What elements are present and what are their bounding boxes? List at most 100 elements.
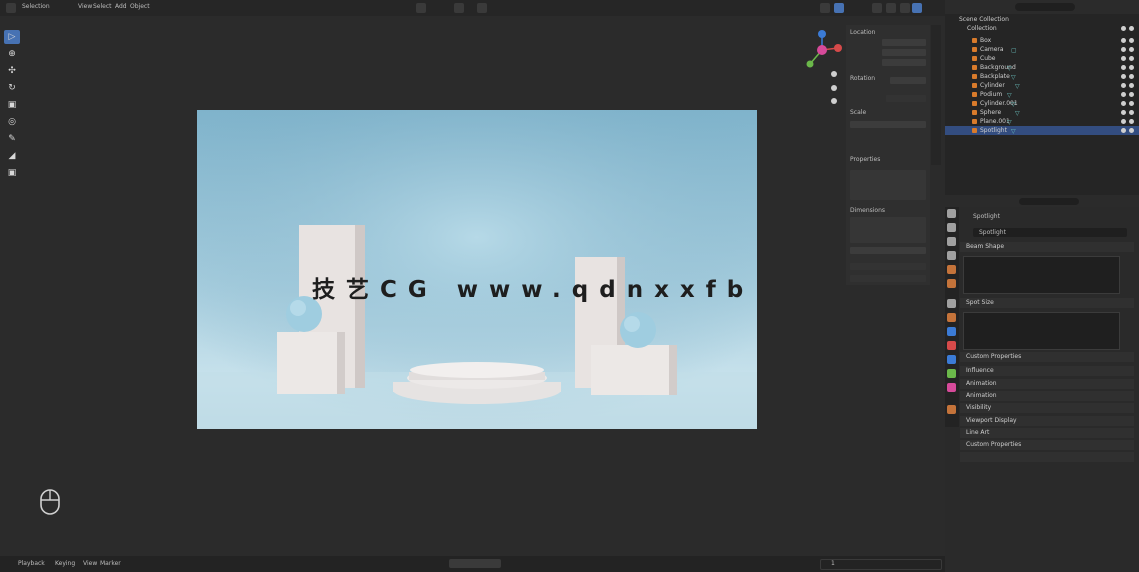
viewport-visibility-icon[interactable]	[1121, 65, 1126, 70]
data-tab-icon[interactable]	[947, 383, 956, 392]
visibility-icon[interactable]	[820, 3, 830, 13]
frame-range-fields[interactable]	[820, 559, 942, 570]
constraints-tab-icon[interactable]	[947, 369, 956, 378]
scale-field[interactable]	[886, 95, 926, 102]
render-visibility-icon[interactable]	[1129, 74, 1134, 79]
menu-view[interactable]: View	[78, 3, 92, 10]
navigation-gizmo[interactable]	[800, 30, 844, 110]
outliner-row[interactable]: Box	[945, 36, 1139, 45]
collection-row[interactable]: Collection	[945, 24, 1139, 33]
outliner-row[interactable]: Backplate ▽	[945, 72, 1139, 81]
scene-tab-icon[interactable]	[947, 265, 956, 274]
npanel-tabs[interactable]	[931, 25, 941, 165]
viewport-visibility-icon[interactable]	[1121, 110, 1126, 115]
render-visibility-icon[interactable]	[1129, 38, 1134, 43]
viewport-visibility-icon[interactable]	[1121, 128, 1126, 133]
render-visibility-icon[interactable]	[1129, 128, 1134, 133]
view-menu[interactable]: View	[83, 560, 97, 568]
shading-rendered-icon[interactable]	[912, 3, 922, 13]
viewport-visibility-icon[interactable]	[1121, 74, 1126, 79]
playback-controls[interactable]	[449, 559, 501, 568]
viewport-visibility-icon[interactable]	[1121, 47, 1126, 52]
location-y-field[interactable]	[882, 49, 926, 56]
object-name-field[interactable]: Spotlight	[973, 228, 1127, 237]
select-box-icon[interactable]: ▷	[4, 30, 20, 44]
outliner-row[interactable]: Cylinder.001 ▽	[945, 99, 1139, 108]
viewport-visibility-icon[interactable]	[1121, 83, 1126, 88]
output-tab-icon[interactable]	[947, 237, 956, 246]
collapsed-panel-1[interactable]	[850, 263, 926, 270]
transform-orientation-icon[interactable]	[416, 3, 426, 13]
render-tab-icon[interactable]	[947, 223, 956, 232]
editor-type-icon[interactable]	[6, 3, 16, 13]
section-7[interactable]: Visibility	[960, 403, 1134, 413]
outliner-row[interactable]: Plane.001 ▽	[945, 117, 1139, 126]
transform-icon[interactable]: ◎	[4, 115, 20, 129]
section-9[interactable]: Line Art	[960, 428, 1134, 438]
particles-tab-icon[interactable]	[947, 341, 956, 350]
viewport-visibility-icon[interactable]	[1121, 101, 1126, 106]
cursor-icon[interactable]: ⊕	[4, 47, 20, 61]
rotate-icon[interactable]: ↻	[4, 81, 20, 95]
render-visibility-icon[interactable]	[1129, 56, 1134, 61]
section-4[interactable]: Influence	[960, 366, 1134, 376]
section-6[interactable]: Animation	[960, 391, 1134, 401]
measure-icon[interactable]: ◢	[4, 149, 20, 163]
tool-tab-icon[interactable]	[947, 209, 956, 218]
view-layer-tab-icon[interactable]	[947, 251, 956, 260]
outliner-row[interactable]: Podium ▽	[945, 90, 1139, 99]
section-5[interactable]: Animation	[960, 379, 1134, 389]
beam-shape-box[interactable]	[963, 256, 1120, 294]
collection-tab-icon[interactable]	[947, 299, 956, 308]
viewport-visibility-icon[interactable]	[1121, 92, 1126, 97]
render-visibility-icon[interactable]	[1129, 119, 1134, 124]
keying-menu[interactable]: Keying	[55, 560, 75, 568]
collapsed-panel-2[interactable]	[850, 275, 926, 282]
outliner-row[interactable]: Spotlight ▽	[945, 126, 1139, 135]
section-beam-shape[interactable]: Beam Shape	[960, 242, 1134, 252]
render-visibility-icon[interactable]	[1129, 47, 1134, 52]
spot-size-box[interactable]	[963, 312, 1120, 350]
menu-add[interactable]: Add	[115, 3, 127, 10]
shading-solid-icon[interactable]	[886, 3, 896, 13]
add-cube-icon[interactable]: ▣	[4, 166, 20, 180]
outliner-search-input[interactable]	[1015, 3, 1075, 11]
physics-tab-icon[interactable]	[947, 355, 956, 364]
shading-wireframe-icon[interactable]	[872, 3, 882, 13]
marker-menu[interactable]: Marker	[100, 560, 121, 568]
outliner-row[interactable]: Cylinder ▽	[945, 81, 1139, 90]
scene-collection-row[interactable]: Scene Collection	[945, 15, 1139, 24]
annotate-icon[interactable]: ✎	[4, 132, 20, 146]
pivot-icon[interactable]	[454, 3, 464, 13]
viewport-visibility-icon[interactable]	[1121, 38, 1126, 43]
section-10[interactable]: Custom Properties	[960, 440, 1134, 450]
menu-object[interactable]: Object	[130, 3, 150, 10]
shading-material-icon[interactable]	[900, 3, 910, 13]
render-visibility-icon[interactable]	[1129, 83, 1134, 88]
section-spot-size[interactable]: Spot Size	[960, 298, 1134, 308]
world-tab-icon[interactable]	[947, 279, 956, 288]
section-8[interactable]: Viewport Display	[960, 416, 1134, 426]
viewport-visibility-icon[interactable]	[1121, 119, 1126, 124]
location-x-field[interactable]	[882, 39, 926, 46]
menu-select[interactable]: Select	[93, 3, 112, 10]
gizmo-toggle-icon[interactable]	[834, 3, 844, 13]
section-3[interactable]: Custom Properties	[960, 352, 1134, 362]
playback-menu[interactable]: Playback	[18, 560, 45, 568]
properties-box-1[interactable]	[850, 170, 926, 200]
outliner-row[interactable]: Camera ▢	[945, 45, 1139, 54]
material-tab-icon[interactable]	[947, 405, 956, 414]
modifier-tab-icon[interactable]	[947, 327, 956, 336]
outliner-row[interactable]: Sphere ▽	[945, 108, 1139, 117]
properties-search-input[interactable]	[1019, 198, 1079, 205]
snap-icon[interactable]	[477, 3, 487, 13]
location-z-field[interactable]	[882, 59, 926, 66]
render-visibility-icon[interactable]	[1129, 101, 1134, 106]
outliner-row[interactable]: Background ▽	[945, 63, 1139, 72]
menu-selection[interactable]: Selection	[22, 3, 50, 10]
properties-box-2[interactable]	[850, 217, 926, 243]
scale-icon[interactable]: ▣	[4, 98, 20, 112]
rotation-mode-field[interactable]	[890, 77, 926, 84]
move-icon[interactable]: ✣	[4, 64, 20, 78]
outliner-row[interactable]: Cube	[945, 54, 1139, 63]
